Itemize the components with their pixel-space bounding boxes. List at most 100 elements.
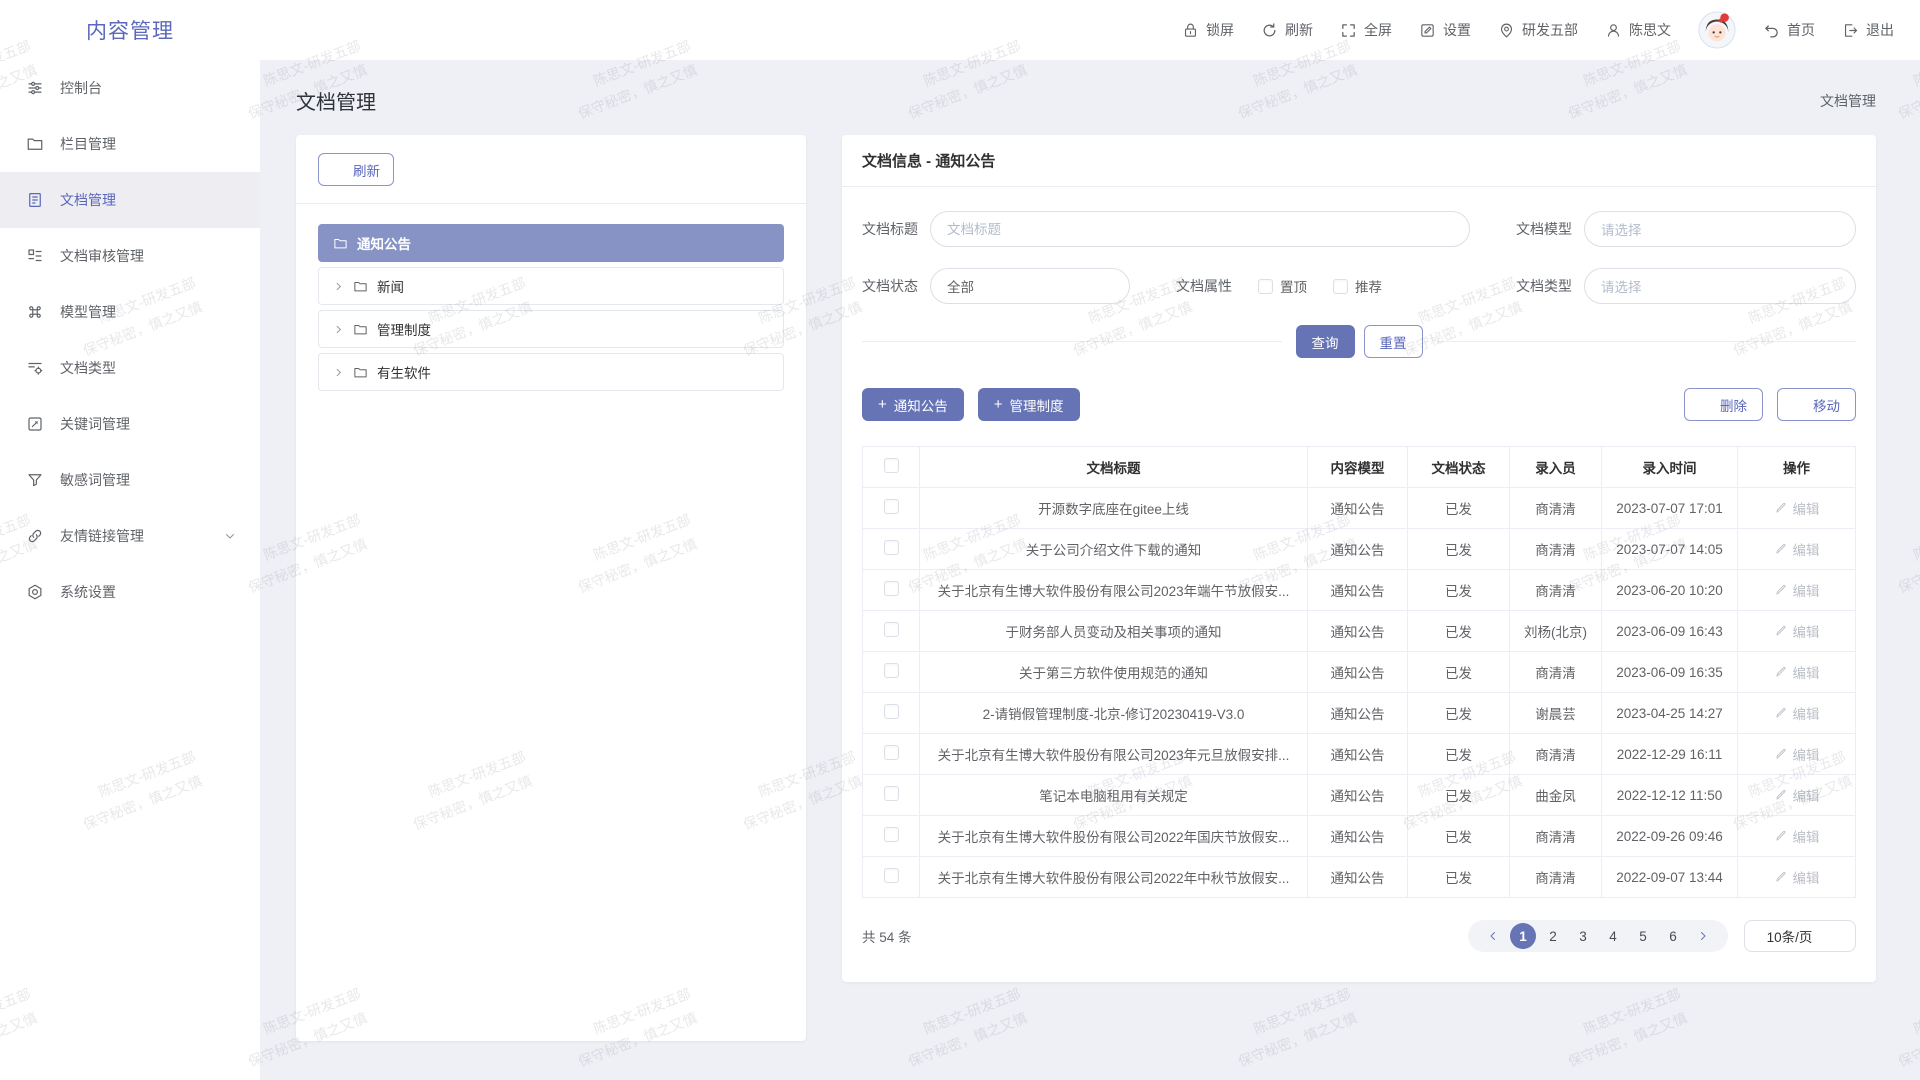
edit-button[interactable]: 编辑 [1774,662,1820,682]
page-button-3[interactable]: 3 [1570,923,1596,949]
attr-top-checkbox[interactable]: 置顶 [1258,276,1307,296]
edit-button[interactable]: 编辑 [1774,580,1820,600]
attr-recommend-checkbox[interactable]: 推荐 [1333,276,1382,296]
edit-button[interactable]: 编辑 [1774,703,1820,723]
sidebar-item-column-mgmt[interactable]: 栏目管理 [0,116,260,172]
sidebar-item-friend-link-mgmt[interactable]: 友情链接管理 [0,508,260,564]
topbar-action-fullscreen[interactable]: 全屏 [1340,20,1392,40]
edit-button[interactable]: 编辑 [1774,867,1820,887]
chevron-right-icon[interactable] [333,281,344,292]
row-checkbox[interactable] [884,868,899,883]
tree-node[interactable]: 新闻 [318,267,784,305]
tree-node[interactable]: 通知公告 [318,224,784,262]
add-notice-button[interactable]: + 通知公告 [862,388,964,421]
edit-label: 编辑 [1793,744,1820,764]
doc-type-select[interactable]: 请选择 [1584,268,1856,304]
edit-button[interactable]: 编辑 [1774,621,1820,641]
edit-button[interactable]: 编辑 [1774,498,1820,518]
doc-title-input[interactable] [930,211,1470,247]
pencil-icon [1774,870,1788,884]
row-checkbox[interactable] [884,745,899,760]
prev-page-button[interactable] [1480,923,1506,949]
refresh-icon [332,163,346,177]
delete-button[interactable]: 删除 [1684,388,1763,421]
reset-button[interactable]: 重置 [1364,325,1423,358]
edit-label: 编辑 [1793,539,1820,559]
reset-label: 重置 [1380,332,1407,352]
topbar-action-lock-screen[interactable]: 锁屏 [1182,20,1234,40]
doc-model-cell: 通知公告 [1308,652,1408,693]
next-page-button[interactable] [1690,923,1716,949]
move-icon [1793,398,1807,412]
sidebar-item-console[interactable]: 控制台 [0,60,260,116]
chevron-right-icon[interactable] [333,324,344,335]
topbar-action-logout[interactable]: 退出 [1842,20,1894,40]
sidebar-item-sensitive-word-mgmt[interactable]: 敏感词管理 [0,452,260,508]
page-button-4[interactable]: 4 [1600,923,1626,949]
sidebar-item-model-mgmt[interactable]: 模型管理 [0,284,260,340]
topbar-action-home[interactable]: 首页 [1763,20,1815,40]
trash-icon [1700,398,1714,412]
user-avatar[interactable] [1698,11,1736,49]
select-all-checkbox[interactable] [884,458,899,473]
folder-icon [26,135,44,153]
row-checkbox[interactable] [884,622,899,637]
row-checkbox-cell [863,570,920,611]
search-button[interactable]: 查询 [1296,325,1355,358]
sidebar-item-label: 文档审核管理 [60,246,144,266]
table-row: 笔记本电脑租用有关规定通知公告已发曲金凤2022-12-12 11:50编辑 [863,775,1856,816]
edit-button[interactable]: 编辑 [1774,539,1820,559]
row-checkbox[interactable] [884,827,899,842]
edit-label: 编辑 [1793,580,1820,600]
topbar-action-refresh[interactable]: 刷新 [1261,20,1313,40]
doc-type-label: 文档类型 [1516,276,1572,296]
move-button[interactable]: 移动 [1777,388,1856,421]
sidebar-item-system-settings[interactable]: 系统设置 [0,564,260,620]
table-body: 开源数字底座在gitee上线通知公告已发商清清2023-07-07 17:01编… [863,488,1856,898]
attr-top-label: 置顶 [1280,276,1307,296]
sidebar-item-doc-audit-mgmt[interactable]: 文档审核管理 [0,228,260,284]
doc-model-select[interactable]: 请选择 [1584,211,1856,247]
doc-editor-cell: 商清清 [1510,652,1602,693]
table-row: 关于北京有生博大软件股份有限公司2022年国庆节放假安...通知公告已发商清清2… [863,816,1856,857]
topbar-action-settings[interactable]: 设置 [1419,20,1471,40]
sidebar-item-doc-mgmt[interactable]: 文档管理 [0,172,260,228]
doc-action-cell: 编辑 [1738,570,1856,611]
topbar-action-label: 研发五部 [1522,20,1578,40]
doc-status-cell: 已发 [1408,611,1510,652]
page-button-2[interactable]: 2 [1540,923,1566,949]
page-size-value: 10条/页 [1767,926,1813,946]
tree-node[interactable]: 管理制度 [318,310,784,348]
sidebar-item-keyword-mgmt[interactable]: 关键词管理 [0,396,260,452]
edit-button[interactable]: 编辑 [1774,744,1820,764]
document-table: 文档标题内容模型文档状态录入员录入时间操作 开源数字底座在gitee上线通知公告… [862,446,1856,898]
row-checkbox[interactable] [884,581,899,596]
sidebar-item-label: 敏感词管理 [60,470,130,490]
tree-node[interactable]: 有生软件 [318,353,784,391]
command-icon [26,303,44,321]
page-button-1[interactable]: 1 [1510,923,1536,949]
menu-fold-icon[interactable] [284,22,301,39]
row-checkbox[interactable] [884,663,899,678]
tree-refresh-button[interactable]: 刷新 [318,153,394,186]
location-pin-icon [1796,93,1812,109]
table-row: 关于北京有生博大软件股份有限公司2022年中秋节放假安...通知公告已发商清清2… [863,857,1856,898]
chevron-right-icon[interactable] [333,367,344,378]
page-button-5[interactable]: 5 [1630,923,1656,949]
doc-action-cell: 编辑 [1738,693,1856,734]
doc-status-select[interactable]: 全部 [930,268,1130,304]
page-button-6[interactable]: 6 [1660,923,1686,949]
add-regulation-button[interactable]: + 管理制度 [978,388,1080,421]
edit-button[interactable]: 编辑 [1774,826,1820,846]
row-checkbox[interactable] [884,499,899,514]
edit-button[interactable]: 编辑 [1774,785,1820,805]
topbar-action-user[interactable]: 陈思文 [1605,20,1671,40]
doc-time-cell: 2023-07-07 17:01 [1602,488,1738,529]
row-checkbox[interactable] [884,704,899,719]
row-checkbox[interactable] [884,786,899,801]
sidebar-item-doc-type[interactable]: 文档类型 [0,340,260,396]
page-size-select[interactable]: 10条/页 [1744,920,1856,952]
topbar-action-department[interactable]: 研发五部 [1498,20,1578,40]
chevron-left-icon [1487,930,1499,942]
row-checkbox[interactable] [884,540,899,555]
